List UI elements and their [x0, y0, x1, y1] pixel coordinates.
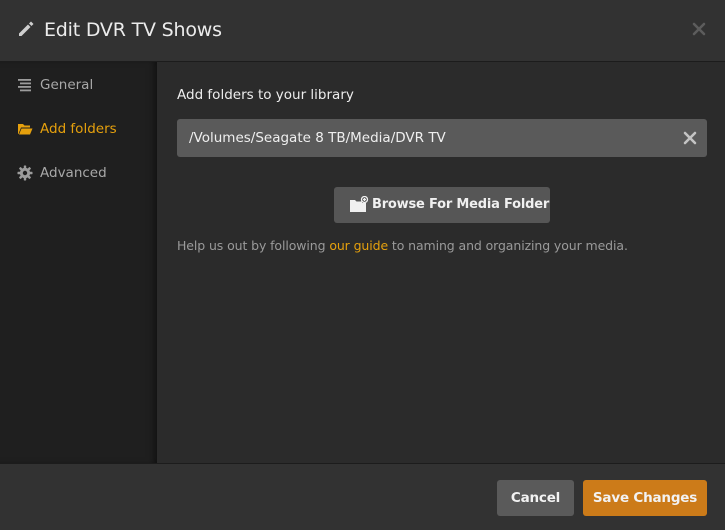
- sidebar-item-label: Advanced: [40, 165, 107, 181]
- sidebar-item-advanced[interactable]: Advanced: [0, 161, 157, 185]
- help-text-suffix: to naming and organizing your media.: [388, 238, 628, 253]
- folder-open-icon: [18, 124, 33, 135]
- main-panel: Add folders to your library Browse For M…: [157, 62, 725, 463]
- help-text-prefix: Help us out by following: [177, 238, 330, 253]
- cancel-button[interactable]: Cancel: [497, 480, 574, 516]
- pencil-icon: [19, 21, 34, 36]
- help-text: Help us out by following our guide to na…: [177, 238, 628, 254]
- folder-path-input[interactable]: [177, 119, 667, 157]
- sidebar-item-label: Add folders: [40, 121, 117, 137]
- browse-button-label: Browse For Media Folder: [372, 197, 550, 212]
- sidebar-item-add-folders[interactable]: Add folders: [0, 117, 157, 141]
- clear-icon[interactable]: [682, 130, 698, 146]
- sidebar: General Add folders Advanced: [0, 62, 157, 463]
- section-label: Add folders to your library: [177, 87, 354, 103]
- sidebar-item-label: General: [40, 77, 94, 93]
- dialog-header: Edit DVR TV Shows: [0, 0, 725, 62]
- sidebar-item-general[interactable]: General: [0, 73, 157, 97]
- gear-icon: [17, 165, 33, 181]
- dialog-footer: Cancel Save Changes: [0, 463, 725, 530]
- folder-path-field: [177, 119, 707, 157]
- guide-link[interactable]: our guide: [329, 238, 388, 253]
- dialog-title: Edit DVR TV Shows: [44, 19, 222, 41]
- save-changes-button[interactable]: Save Changes: [583, 480, 707, 516]
- list-icon: [18, 79, 31, 92]
- add-folder-icon: [350, 196, 369, 212]
- browse-media-folder-button[interactable]: Browse For Media Folder: [334, 187, 550, 223]
- close-icon[interactable]: [687, 17, 711, 41]
